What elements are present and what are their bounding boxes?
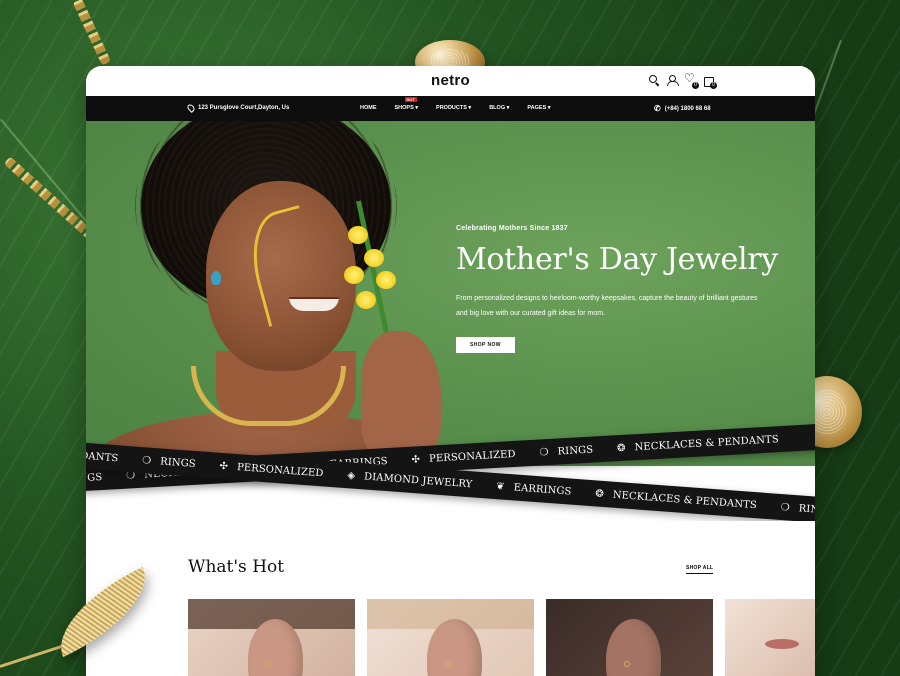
earring-stud	[624, 661, 630, 667]
menu-item-shops[interactable]: SHOPS ▾ HOT	[394, 97, 419, 111]
ribbon-label: EARRINGS	[513, 481, 572, 498]
cart-count-badge: 0	[710, 82, 717, 89]
hero-content: Celebrating Mothers Since 1837 Mother's …	[456, 225, 778, 353]
ribbon-category[interactable]: ❦ EARRINGS	[496, 481, 572, 497]
hero-title: Mother's Day Jewelry	[456, 242, 778, 277]
location-pin-icon	[186, 103, 196, 113]
model-hand	[361, 331, 441, 461]
wishlist-count-badge: 0	[692, 82, 699, 89]
ribbon-category[interactable]: ❍ RINGS	[142, 455, 196, 470]
ring-icon: ❍	[539, 446, 549, 459]
address-text: 123 Pursglove Court,Dayton, Us	[198, 105, 290, 111]
section-title: What's Hot	[188, 557, 285, 577]
phone-icon	[654, 104, 661, 113]
navigation-bar: 123 Pursglove Court,Dayton, Us HOME SHOP…	[86, 96, 815, 121]
menu-item-products[interactable]: PRODUCTS ▾	[436, 105, 471, 111]
ribbon-label: NECKLACES & PENDANTS	[634, 433, 780, 453]
earring-icon: ❦	[495, 480, 506, 493]
ribbon-label: RINGS	[798, 502, 815, 517]
ribbon-category[interactable]: ❂ NECKLACES & PENDANTS	[595, 488, 757, 511]
user-icon[interactable]	[667, 75, 679, 86]
phone-number: (+84) 1800 68 68	[664, 105, 711, 112]
yellow-flower	[344, 266, 364, 284]
necklace-icon: ❂	[616, 442, 626, 454]
search-icon[interactable]	[649, 75, 659, 85]
hot-badge: HOT	[404, 97, 417, 102]
personalized-icon: ✣	[219, 460, 229, 472]
ribbon-category[interactable]: ❍ RINGS	[780, 502, 815, 517]
earring	[211, 271, 221, 285]
yellow-flower	[356, 291, 376, 309]
shop-all-link[interactable]: SHOP ALL	[686, 565, 714, 574]
ribbon-category[interactable]: & PENDANTS	[86, 447, 119, 463]
menu-item-blog[interactable]: BLOG ▾	[489, 105, 509, 111]
product-thumbnail[interactable]	[725, 599, 815, 676]
ear	[606, 619, 661, 676]
yellow-flower	[348, 226, 368, 244]
ribbon-category[interactable]: ✣ PERSONALIZED	[411, 448, 516, 465]
product-thumbnails	[188, 599, 815, 676]
ribbon-label: PERSONALIZED	[428, 448, 516, 465]
personalized-icon: ✣	[411, 453, 421, 466]
store-address: 123 Pursglove Court,Dayton, Us	[186, 103, 290, 113]
hero-banner: Celebrating Mothers Since 1837 Mother's …	[86, 121, 815, 466]
ribbon-label: RINGS	[159, 455, 197, 470]
main-menu: HOME SHOPS ▾ HOT PRODUCTS ▾ BLOG ▾ PAGES…	[360, 97, 551, 111]
heart-icon[interactable]: 0	[684, 71, 699, 89]
whats-hot-section: What's Hot SHOP ALL	[86, 521, 815, 676]
header-icons: 0 0	[649, 71, 717, 89]
necklace-icon: ❂	[594, 487, 605, 500]
earring-stud	[266, 661, 272, 667]
model-smile	[289, 297, 339, 311]
diamond-icon: ◈	[346, 469, 356, 482]
ribbon-category[interactable]: ✣ PERSONALIZED	[219, 460, 324, 479]
product-thumbnail[interactable]	[188, 599, 355, 676]
menu-item-label: SHOPS ▾	[394, 105, 419, 111]
phone-contact[interactable]: (+84) 1800 68 68	[654, 104, 711, 113]
ribbon-category[interactable]: ❍ RINGS	[539, 444, 593, 458]
ribbon-label: RINGS	[86, 471, 103, 485]
menu-item-home[interactable]: HOME	[360, 105, 377, 111]
yellow-flower	[376, 271, 396, 289]
ribbon-label: & PENDANTS	[86, 447, 119, 464]
menu-item-pages[interactable]: PAGES ▾	[527, 105, 550, 111]
earring-stud	[445, 661, 451, 667]
website-preview: netro 0 0 123 Pursglove Court,Dayton, Us…	[86, 66, 815, 676]
hero-kicker: Celebrating Mothers Since 1837	[456, 225, 568, 232]
ribbon-label: DIAMOND JEWELRY	[363, 470, 473, 490]
ribbon-category[interactable]: RINGS	[86, 472, 103, 485]
ring-icon: ❍	[141, 454, 152, 467]
bag-icon[interactable]: 0	[703, 75, 717, 89]
ribbon-category[interactable]: ◈ DIAMOND JEWELRY	[347, 470, 473, 490]
ribbon-category[interactable]: ❂ NECKLACES & PENDANTS	[617, 434, 779, 454]
header: netro 0 0	[86, 66, 815, 96]
hero-description: From personalized designs to heirloom-wo…	[456, 295, 758, 317]
ring-icon: ❍	[780, 501, 791, 514]
yellow-flower	[364, 249, 384, 267]
ribbon-label: RINGS	[557, 444, 594, 458]
shop-now-button[interactable]: SHOP NOW	[456, 337, 515, 353]
ribbon-label: PERSONALIZED	[236, 461, 324, 479]
product-thumbnail[interactable]	[367, 599, 534, 676]
lips	[765, 639, 799, 649]
ribbon-label: NECKLACES & PENDANTS	[612, 489, 758, 511]
product-thumbnail[interactable]	[546, 599, 713, 676]
